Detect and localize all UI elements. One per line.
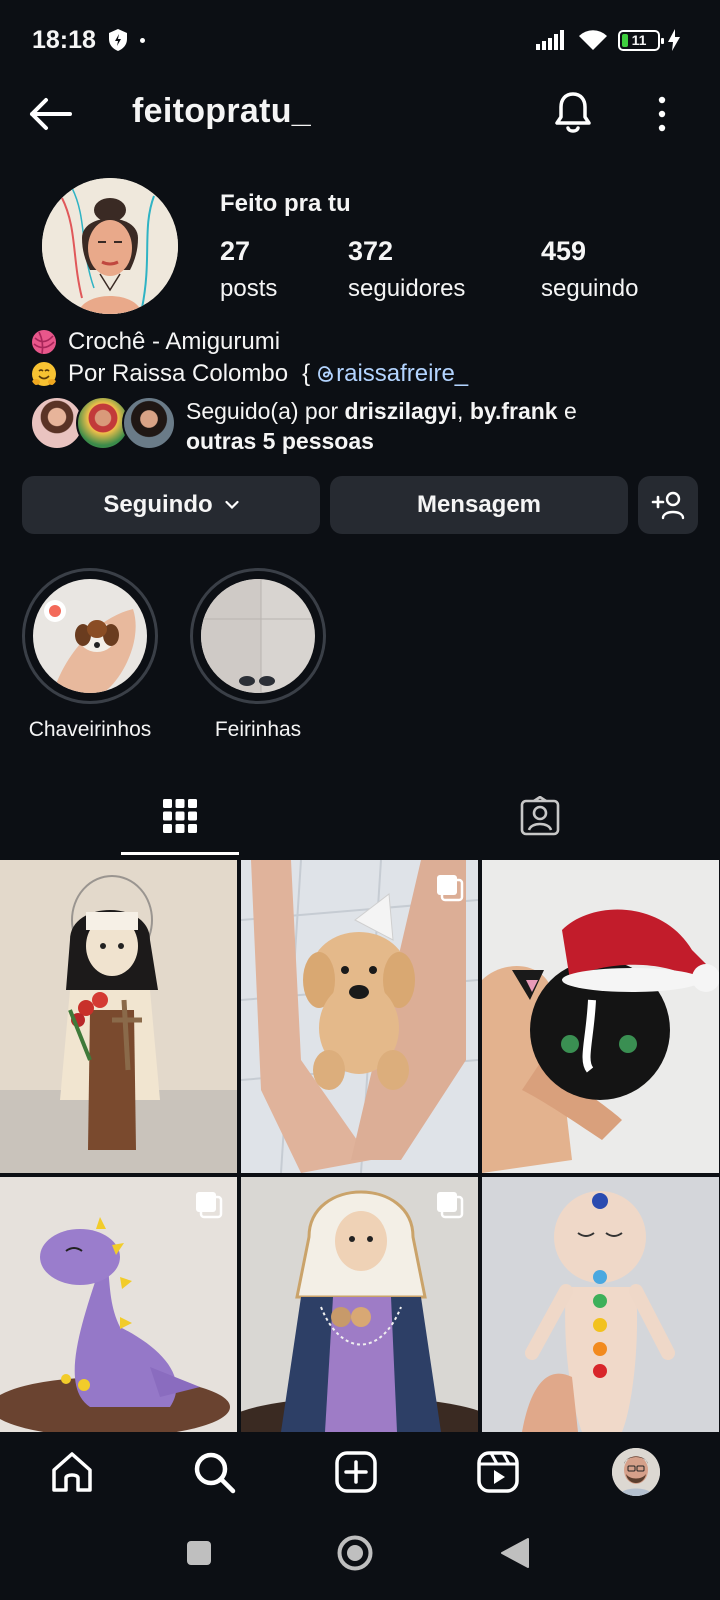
followed-conj: e	[563, 398, 577, 424]
own-avatar	[612, 1448, 660, 1496]
highlight-label: Chaveirinhos	[28, 718, 152, 741]
threads-icon	[318, 366, 334, 382]
hugging-face-emoji-icon	[32, 362, 56, 386]
yarn-emoji-icon	[32, 330, 56, 355]
display-name: Feito pra tu	[220, 190, 351, 217]
followed-others[interactable]: outras 5 pessoas	[186, 428, 374, 454]
bio-text-1: Crochê - Amigurumi	[68, 328, 281, 355]
back-arrow-icon[interactable]	[28, 94, 72, 134]
username-title: feitopratu_	[132, 92, 311, 130]
shield-icon	[109, 29, 127, 51]
follower-name-1[interactable]: driszilagyi	[345, 398, 457, 424]
system-navigation	[0, 1512, 720, 1600]
follower-name-2[interactable]: by.frank	[470, 398, 558, 424]
posts-grid	[0, 858, 720, 1432]
battery-icon: 11	[618, 30, 664, 51]
profile-tabs	[0, 776, 720, 856]
post-thumbnail[interactable]	[241, 860, 478, 1173]
avatar-illustration	[42, 178, 178, 314]
bio-line-1: Crochê - Amigurumi	[30, 326, 468, 358]
profile-header: feitopratu_	[0, 80, 720, 150]
followed-by-text: Seguido(a) por driszilagyi, by.frank e o…	[186, 396, 577, 456]
nav-home[interactable]	[48, 1448, 96, 1496]
followers-label: seguidores	[348, 275, 466, 302]
tagged-icon	[520, 796, 560, 836]
highlight-feirinhas[interactable]: Feirinhas	[188, 568, 328, 742]
highlight-cover	[201, 579, 315, 693]
follower-avatars	[30, 396, 180, 452]
wifi-icon	[579, 30, 607, 50]
following-label: seguindo	[541, 275, 639, 302]
tab-tagged[interactable]	[360, 776, 720, 856]
tab-posts-grid[interactable]	[0, 776, 360, 856]
notification-dot	[140, 38, 145, 43]
highlight-ring	[22, 568, 158, 704]
nav-profile[interactable]	[612, 1448, 660, 1496]
followers-stat[interactable]: 372 seguidores	[348, 236, 465, 303]
suggest-people-button[interactable]	[638, 476, 698, 534]
multiple-photos-icon	[196, 1192, 223, 1219]
battery-level: 11	[631, 32, 647, 48]
multiple-photos-icon	[437, 1192, 464, 1219]
signal-icon	[536, 30, 564, 50]
threads-link[interactable]: raissafreire_	[336, 358, 468, 390]
followed-by[interactable]: Seguido(a) por driszilagyi, by.frank e o…	[30, 394, 700, 456]
message-button-label: Mensagem	[416, 491, 542, 518]
create-icon	[335, 1451, 377, 1493]
highlight-cover	[33, 579, 147, 693]
highlight-label: Feirinhas	[214, 718, 302, 741]
search-icon	[194, 1452, 236, 1494]
followers-count: 372	[348, 236, 394, 266]
status-bar: 18:18 11	[0, 0, 720, 80]
post-thumbnail[interactable]	[482, 860, 719, 1173]
post-thumbnail[interactable]	[0, 1177, 237, 1432]
add-person-icon	[651, 491, 685, 520]
grid-icon	[163, 799, 197, 833]
bell-icon[interactable]	[552, 90, 594, 136]
charging-icon	[668, 29, 680, 51]
highlight-ring	[190, 568, 326, 704]
post-thumbnail[interactable]	[241, 1177, 478, 1432]
bio-line-2: Por Raissa Colombo { raissafreire_	[30, 358, 468, 390]
highlight-chaveirinhos[interactable]: Chaveirinhos	[20, 568, 160, 742]
status-time: 18:18	[32, 26, 96, 54]
home-system-icon[interactable]	[336, 1534, 374, 1572]
profile-avatar[interactable]	[42, 178, 178, 314]
posts-label: posts	[220, 275, 278, 302]
following-count: 459	[541, 236, 587, 266]
back-system-icon[interactable]	[500, 1537, 530, 1569]
chevron-down-icon	[225, 500, 239, 510]
following-button-label: Seguindo	[103, 491, 213, 518]
multiple-photos-icon	[437, 875, 464, 902]
posts-stat[interactable]: 27 posts	[220, 236, 277, 303]
followed-sep: ,	[457, 398, 464, 424]
home-icon	[52, 1452, 92, 1492]
post-thumbnail[interactable]	[0, 860, 237, 1173]
follower-avatar-3	[122, 396, 176, 450]
more-vertical-icon[interactable]	[650, 94, 674, 134]
nav-create[interactable]	[332, 1448, 380, 1496]
nav-reels[interactable]	[474, 1448, 522, 1496]
bottom-navigation	[0, 1432, 720, 1512]
bio: Crochê - Amigurumi Por Raissa Colombo { …	[30, 326, 468, 390]
post-thumbnail[interactable]	[482, 1177, 719, 1432]
followed-prefix: Seguido(a) por	[186, 398, 339, 424]
reels-icon	[477, 1451, 519, 1493]
recents-icon[interactable]	[186, 1540, 212, 1566]
following-button[interactable]: Seguindo	[22, 476, 320, 534]
active-tab-indicator	[121, 852, 239, 855]
following-stat[interactable]: 459 seguindo	[541, 236, 638, 303]
message-button[interactable]: Mensagem	[330, 476, 628, 534]
bio-text-2: Por Raissa Colombo	[68, 360, 289, 387]
posts-count: 27	[220, 236, 251, 266]
bio-brace: {	[302, 360, 311, 387]
nav-search[interactable]	[190, 1448, 238, 1496]
